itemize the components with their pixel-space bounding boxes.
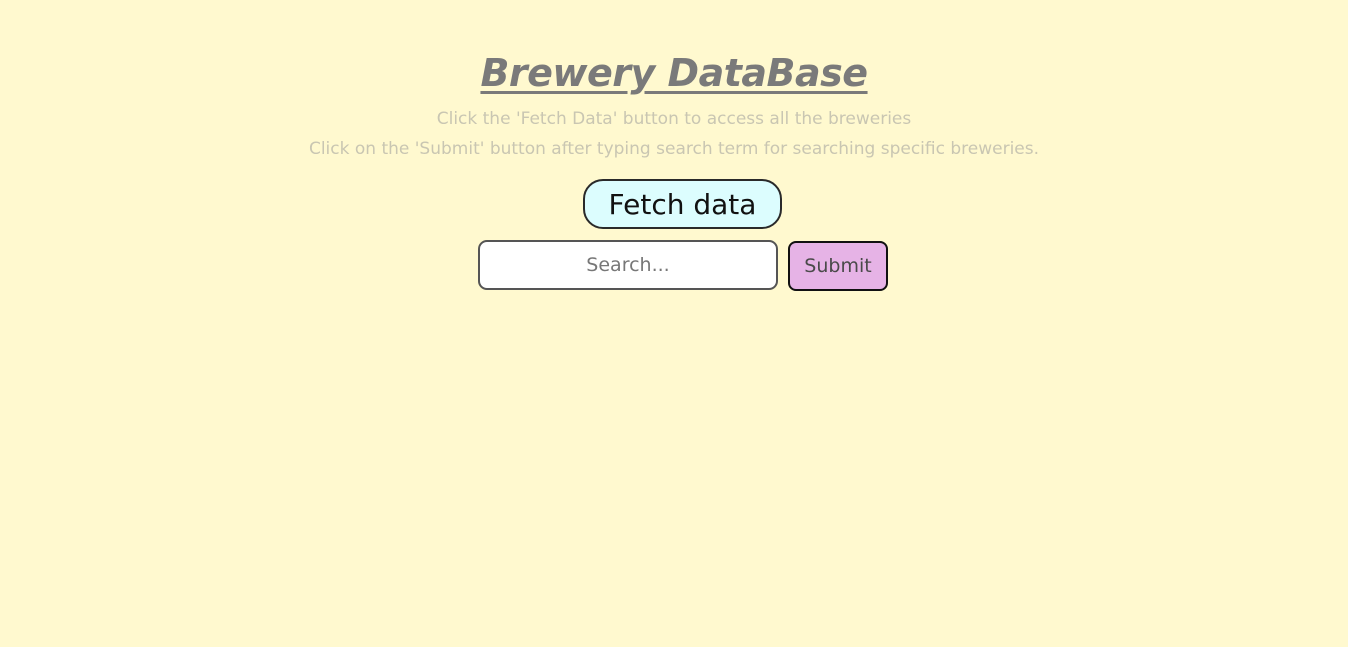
page: Brewery DataBase Click the 'Fetch Data' … xyxy=(0,0,1348,647)
submit-button[interactable]: Submit xyxy=(788,241,888,291)
fetch-data-button[interactable]: Fetch data xyxy=(583,179,782,229)
submit-instruction-text: Click on the 'Submit' button after typin… xyxy=(308,139,1040,159)
search-input[interactable] xyxy=(478,240,778,290)
fetch-instruction-text: Click the 'Fetch Data' button to access … xyxy=(436,109,912,129)
page-title: Brewery DataBase xyxy=(480,51,868,95)
